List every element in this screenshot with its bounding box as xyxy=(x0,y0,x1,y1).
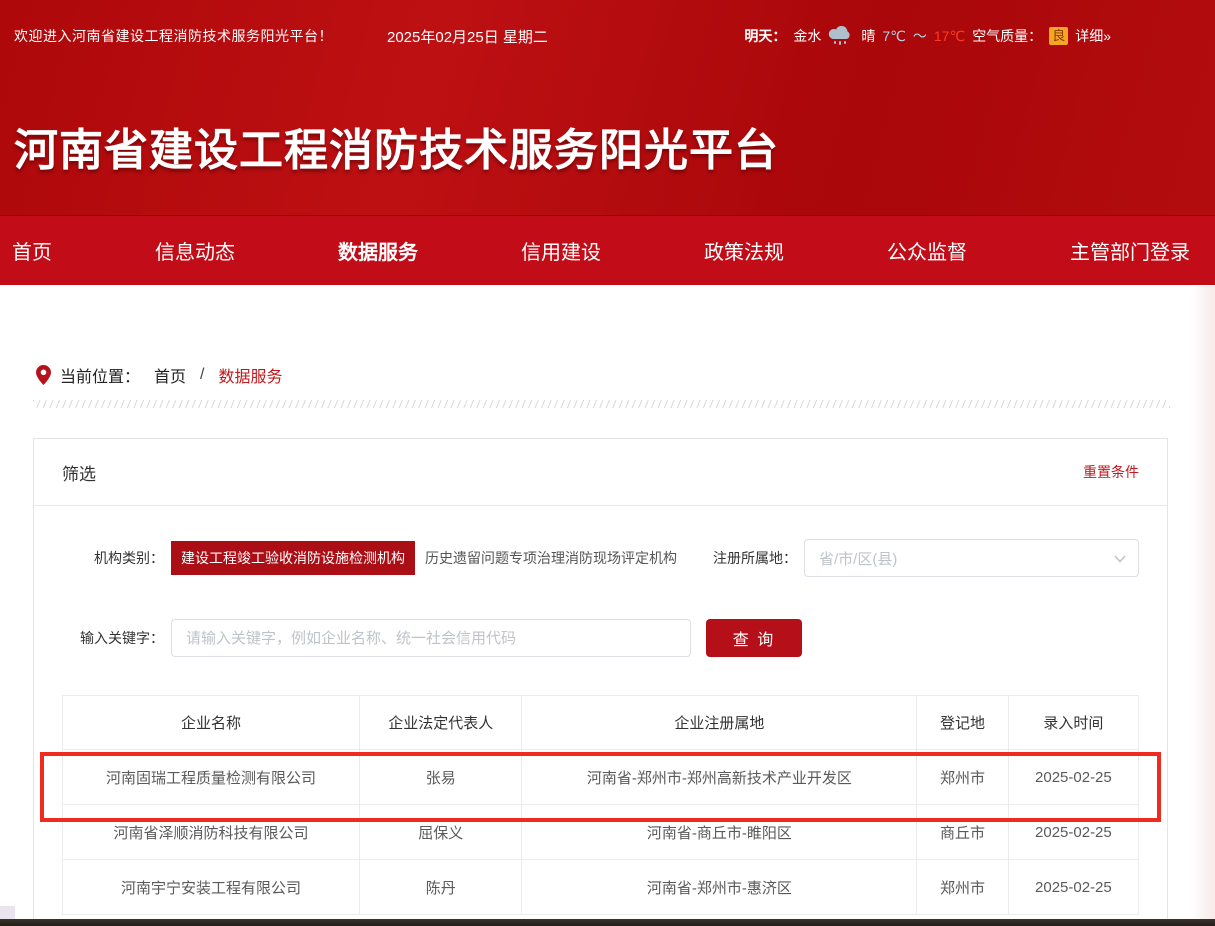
column-header-registered-region: 企业注册属地 xyxy=(522,696,917,750)
column-header-legal-rep: 企业法定代表人 xyxy=(359,696,521,750)
welcome-text: 欢迎进入河南省建设工程消防技术服务阳光平台！ xyxy=(14,26,333,46)
weather-cloud-icon xyxy=(828,26,854,46)
air-quality-badge: 良 xyxy=(1049,27,1068,45)
temp-high: 17℃ xyxy=(934,28,965,45)
weather-district: 金水 xyxy=(793,26,821,46)
top-bar: 欢迎进入河南省建设工程消防技术服务阳光平台！ 2025年02月25日 星期二 明… xyxy=(0,0,1215,72)
cell-registered-region: 河南省-郑州市-惠济区 xyxy=(522,860,917,915)
nav-item-data-service[interactable]: 数据服务 xyxy=(338,236,418,265)
filter-panel: 筛选 重置条件 机构类别： 建设工程竣工验收消防设施检测机构 历史遗留问题专项治… xyxy=(33,438,1168,926)
breadcrumb-current: 数据服务 xyxy=(218,363,282,387)
breadcrumb: 当前位置： 首页 / 数据服务 xyxy=(36,363,1215,387)
slash-divider xyxy=(33,400,1170,408)
column-header-registration-place: 登记地 xyxy=(917,696,1008,750)
air-quality-label: 空气质量： xyxy=(972,26,1042,46)
temp-low: 7℃ xyxy=(882,28,906,45)
nav-item-supervision[interactable]: 公众监督 xyxy=(887,236,967,265)
keyword-label: 输入关键字： xyxy=(62,628,164,648)
cell-legal-rep: 陈丹 xyxy=(359,860,521,915)
cell-legal-rep: 屈保义 xyxy=(359,805,521,860)
breadcrumb-label: 当前位置： xyxy=(60,363,140,387)
cell-registered-region: 河南省-郑州市-郑州高新技术产业开发区 xyxy=(522,750,917,805)
table-header-row: 企业名称 企业法定代表人 企业注册属地 登记地 录入时间 xyxy=(63,696,1139,750)
page: 欢迎进入河南省建设工程消防技术服务阳光平台！ 2025年02月25日 星期二 明… xyxy=(0,0,1215,926)
region-select[interactable]: 省/市/区(县) xyxy=(804,539,1139,577)
cell-registered-region: 河南省-商丘市-睢阳区 xyxy=(522,805,917,860)
category-option-assessment-agency[interactable]: 历史遗留问题专项治理消防现场评定机构 xyxy=(425,548,677,568)
results-table: 企业名称 企业法定代表人 企业注册属地 登记地 录入时间 河南固瑞工程质量检测有… xyxy=(62,695,1139,915)
site-header: 欢迎进入河南省建设工程消防技术服务阳光平台！ 2025年02月25日 星期二 明… xyxy=(0,0,1215,215)
reset-filters-link[interactable]: 重置条件 xyxy=(1083,462,1139,482)
category-label: 机构类别： xyxy=(62,548,164,568)
keyword-filter-row: 输入关键字： 查 询 xyxy=(62,619,1139,657)
filter-panel-body: 机构类别： 建设工程竣工验收消防设施检测机构 历史遗留问题专项治理消防现场评定机… xyxy=(34,506,1167,926)
date-text: 2025年02月25日 星期二 xyxy=(387,26,548,47)
weather-condition: 晴 xyxy=(861,26,875,46)
main-content: 当前位置： 首页 / 数据服务 筛选 重置条件 机构类别： 建设工程竣工验收消防… xyxy=(0,363,1215,926)
table-row[interactable]: 河南宇宁安装工程有限公司 陈丹 河南省-郑州市-惠济区 郑州市 2025-02-… xyxy=(63,860,1139,915)
weather-widget: 明天： 金水 晴 7℃ ～ 17℃ 空气质量： 良 详细» xyxy=(744,26,1111,46)
region-filter-group: 注册所属地： 省/市/区(县) xyxy=(695,539,1139,577)
weather-label: 明天： xyxy=(744,26,786,46)
keyword-input[interactable] xyxy=(171,619,691,657)
region-select-placeholder: 省/市/区(县) xyxy=(819,548,897,569)
cell-entry-date: 2025-02-25 xyxy=(1008,805,1138,860)
breadcrumb-home-link[interactable]: 首页 xyxy=(154,363,186,387)
cell-company: 河南省泽顺消防科技有限公司 xyxy=(63,805,360,860)
bottom-edge-bar[interactable] xyxy=(0,919,1215,926)
cell-legal-rep: 张易 xyxy=(359,750,521,805)
column-header-entry-date: 录入时间 xyxy=(1008,696,1138,750)
breadcrumb-separator: / xyxy=(200,366,204,384)
location-pin-icon xyxy=(36,365,51,386)
cell-entry-date: 2025-02-25 xyxy=(1008,750,1138,805)
nav-item-home[interactable]: 首页 xyxy=(12,236,52,265)
nav-item-news[interactable]: 信息动态 xyxy=(155,236,235,265)
cell-registration-place: 郑州市 xyxy=(917,750,1008,805)
nav-item-credit[interactable]: 信用建设 xyxy=(521,236,601,265)
weather-detail-link[interactable]: 详细» xyxy=(1075,26,1111,46)
chevron-down-icon xyxy=(1114,555,1126,563)
region-label: 注册所属地： xyxy=(695,548,797,568)
cell-registration-place: 商丘市 xyxy=(917,805,1008,860)
nav-item-admin-login[interactable]: 主管部门登录 xyxy=(1070,236,1190,265)
site-title: 河南省建设工程消防技术服务阳光平台 xyxy=(14,114,779,178)
category-filter-row: 机构类别： 建设工程竣工验收消防设施检测机构 历史遗留问题专项治理消防现场评定机… xyxy=(62,539,1139,577)
category-option-detection-agency[interactable]: 建设工程竣工验收消防设施检测机构 xyxy=(171,541,415,575)
filter-panel-header: 筛选 重置条件 xyxy=(34,439,1167,506)
cell-company: 河南宇宁安装工程有限公司 xyxy=(63,860,360,915)
table-row[interactable]: 河南固瑞工程质量检测有限公司 张易 河南省-郑州市-郑州高新技术产业开发区 郑州… xyxy=(63,750,1139,805)
page-corner-artifact xyxy=(0,906,15,919)
main-nav: 首页 信息动态 数据服务 信用建设 政策法规 公众监督 主管部门登录 xyxy=(0,215,1215,285)
cell-registration-place: 郑州市 xyxy=(917,860,1008,915)
cell-entry-date: 2025-02-25 xyxy=(1008,860,1138,915)
search-button[interactable]: 查 询 xyxy=(706,619,802,657)
filter-title: 筛选 xyxy=(62,460,96,485)
temp-separator: ～ xyxy=(913,26,927,46)
column-header-company: 企业名称 xyxy=(63,696,360,750)
table-row[interactable]: 河南省泽顺消防科技有限公司 屈保义 河南省-商丘市-睢阳区 商丘市 2025-0… xyxy=(63,805,1139,860)
cell-company: 河南固瑞工程质量检测有限公司 xyxy=(63,750,360,805)
nav-item-policy[interactable]: 政策法规 xyxy=(704,236,784,265)
